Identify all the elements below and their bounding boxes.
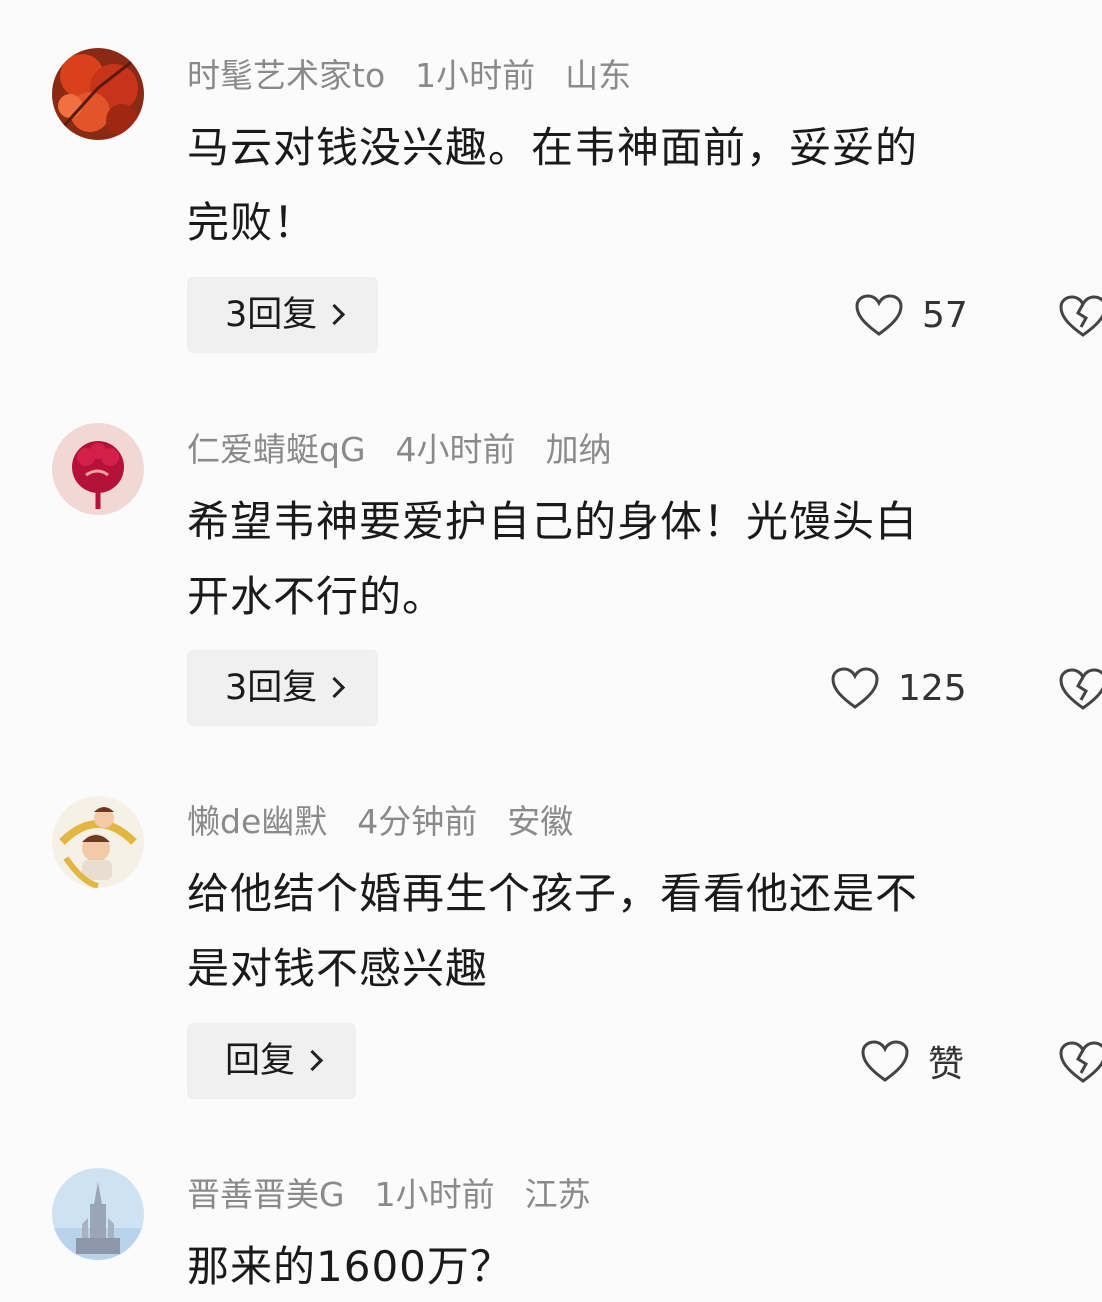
location: 加纳 [545, 430, 612, 469]
reply-label: 3回复 [225, 295, 318, 335]
chevron-right-icon [324, 303, 346, 326]
like-button[interactable]: 赞 [860, 1031, 964, 1091]
comment-text: 给他结个婚再生个孩子，看看他还是不 是对钱不感兴趣 [187, 856, 1087, 1006]
broken-heart-icon [1059, 1041, 1102, 1083]
chevron-right-icon [324, 676, 346, 699]
like-count: 赞 [928, 1044, 965, 1085]
user-avatar[interactable] [52, 796, 144, 888]
dislike-button[interactable] [1058, 1031, 1102, 1091]
user-avatar[interactable] [52, 1168, 144, 1260]
reply-label: 3回复 [225, 668, 318, 708]
timestamp: 4小时前 [395, 430, 516, 469]
heart-icon [831, 667, 879, 709]
chevron-right-icon [301, 1049, 324, 1072]
username[interactable]: 时髦艺术家to [187, 56, 385, 95]
location: 江苏 [524, 1175, 591, 1214]
username[interactable]: 懒de幽默 [187, 802, 327, 841]
reply-button[interactable]: 回复 [187, 1023, 357, 1099]
like-count: 57 [922, 294, 968, 336]
dislike-button[interactable] [1058, 658, 1102, 718]
username[interactable]: 仁爱蜻蜓qG [187, 430, 366, 469]
location: 安徽 [507, 802, 574, 841]
comment-list: 时髦艺术家to 1小时前 山东 马云对钱没兴趣。在韦神面前，妥妥的 完败！ 3回复 … [0, 0, 1102, 1302]
comment-meta: 懒de幽默 4分钟前 安徽 [187, 802, 603, 842]
comment-text-line: 那来的1600万？ [187, 1242, 513, 1291]
comment-text-line: 希望韦神要爱护自己的身体！光馒头白 [187, 497, 919, 546]
broken-heart-icon [1059, 295, 1102, 337]
comment-meta: 时髦艺术家to 1小时前 山东 [187, 56, 661, 96]
username[interactable]: 晋善晋美G [187, 1175, 345, 1214]
like-button[interactable]: 125 [830, 658, 967, 718]
comment-text: 马云对钱没兴趣。在韦神面前，妥妥的 完败！ [187, 110, 1087, 260]
like-count: 125 [898, 667, 967, 709]
reply-button[interactable]: 3回复 [187, 277, 379, 353]
user-avatar[interactable] [52, 423, 144, 515]
broken-heart-icon [1059, 668, 1102, 710]
comment-text: 希望韦神要爱护自己的身体！光馒头白 开水不行的。 [187, 484, 1087, 634]
heart-icon [855, 294, 903, 336]
reply-label: 回复 [225, 1041, 296, 1081]
like-button[interactable]: 57 [854, 285, 968, 345]
comment-meta: 仁爱蜻蜓qG 4小时前 加纳 [187, 430, 642, 470]
comment-text-line: 开水不行的。 [187, 572, 446, 621]
reply-button[interactable]: 3回复 [187, 650, 379, 726]
heart-icon [861, 1040, 909, 1082]
timestamp: 4分钟前 [357, 802, 478, 841]
comment-text-line: 马云对钱没兴趣。在韦神面前，妥妥的 [187, 123, 919, 172]
comment-meta: 晋善晋美G 1小时前 江苏 [187, 1175, 621, 1215]
user-avatar[interactable] [52, 48, 144, 140]
timestamp: 1小时前 [374, 1175, 495, 1214]
comment-text: 那来的1600万？ [187, 1229, 1087, 1302]
location: 山东 [565, 56, 632, 95]
timestamp: 1小时前 [415, 56, 536, 95]
dislike-button[interactable] [1058, 285, 1102, 345]
comment-text-line: 给他结个婚再生个孩子，看看他还是不 [187, 869, 919, 918]
comment-text-line: 完败！ [187, 198, 317, 247]
comment-text-line: 是对钱不感兴趣 [187, 944, 489, 993]
